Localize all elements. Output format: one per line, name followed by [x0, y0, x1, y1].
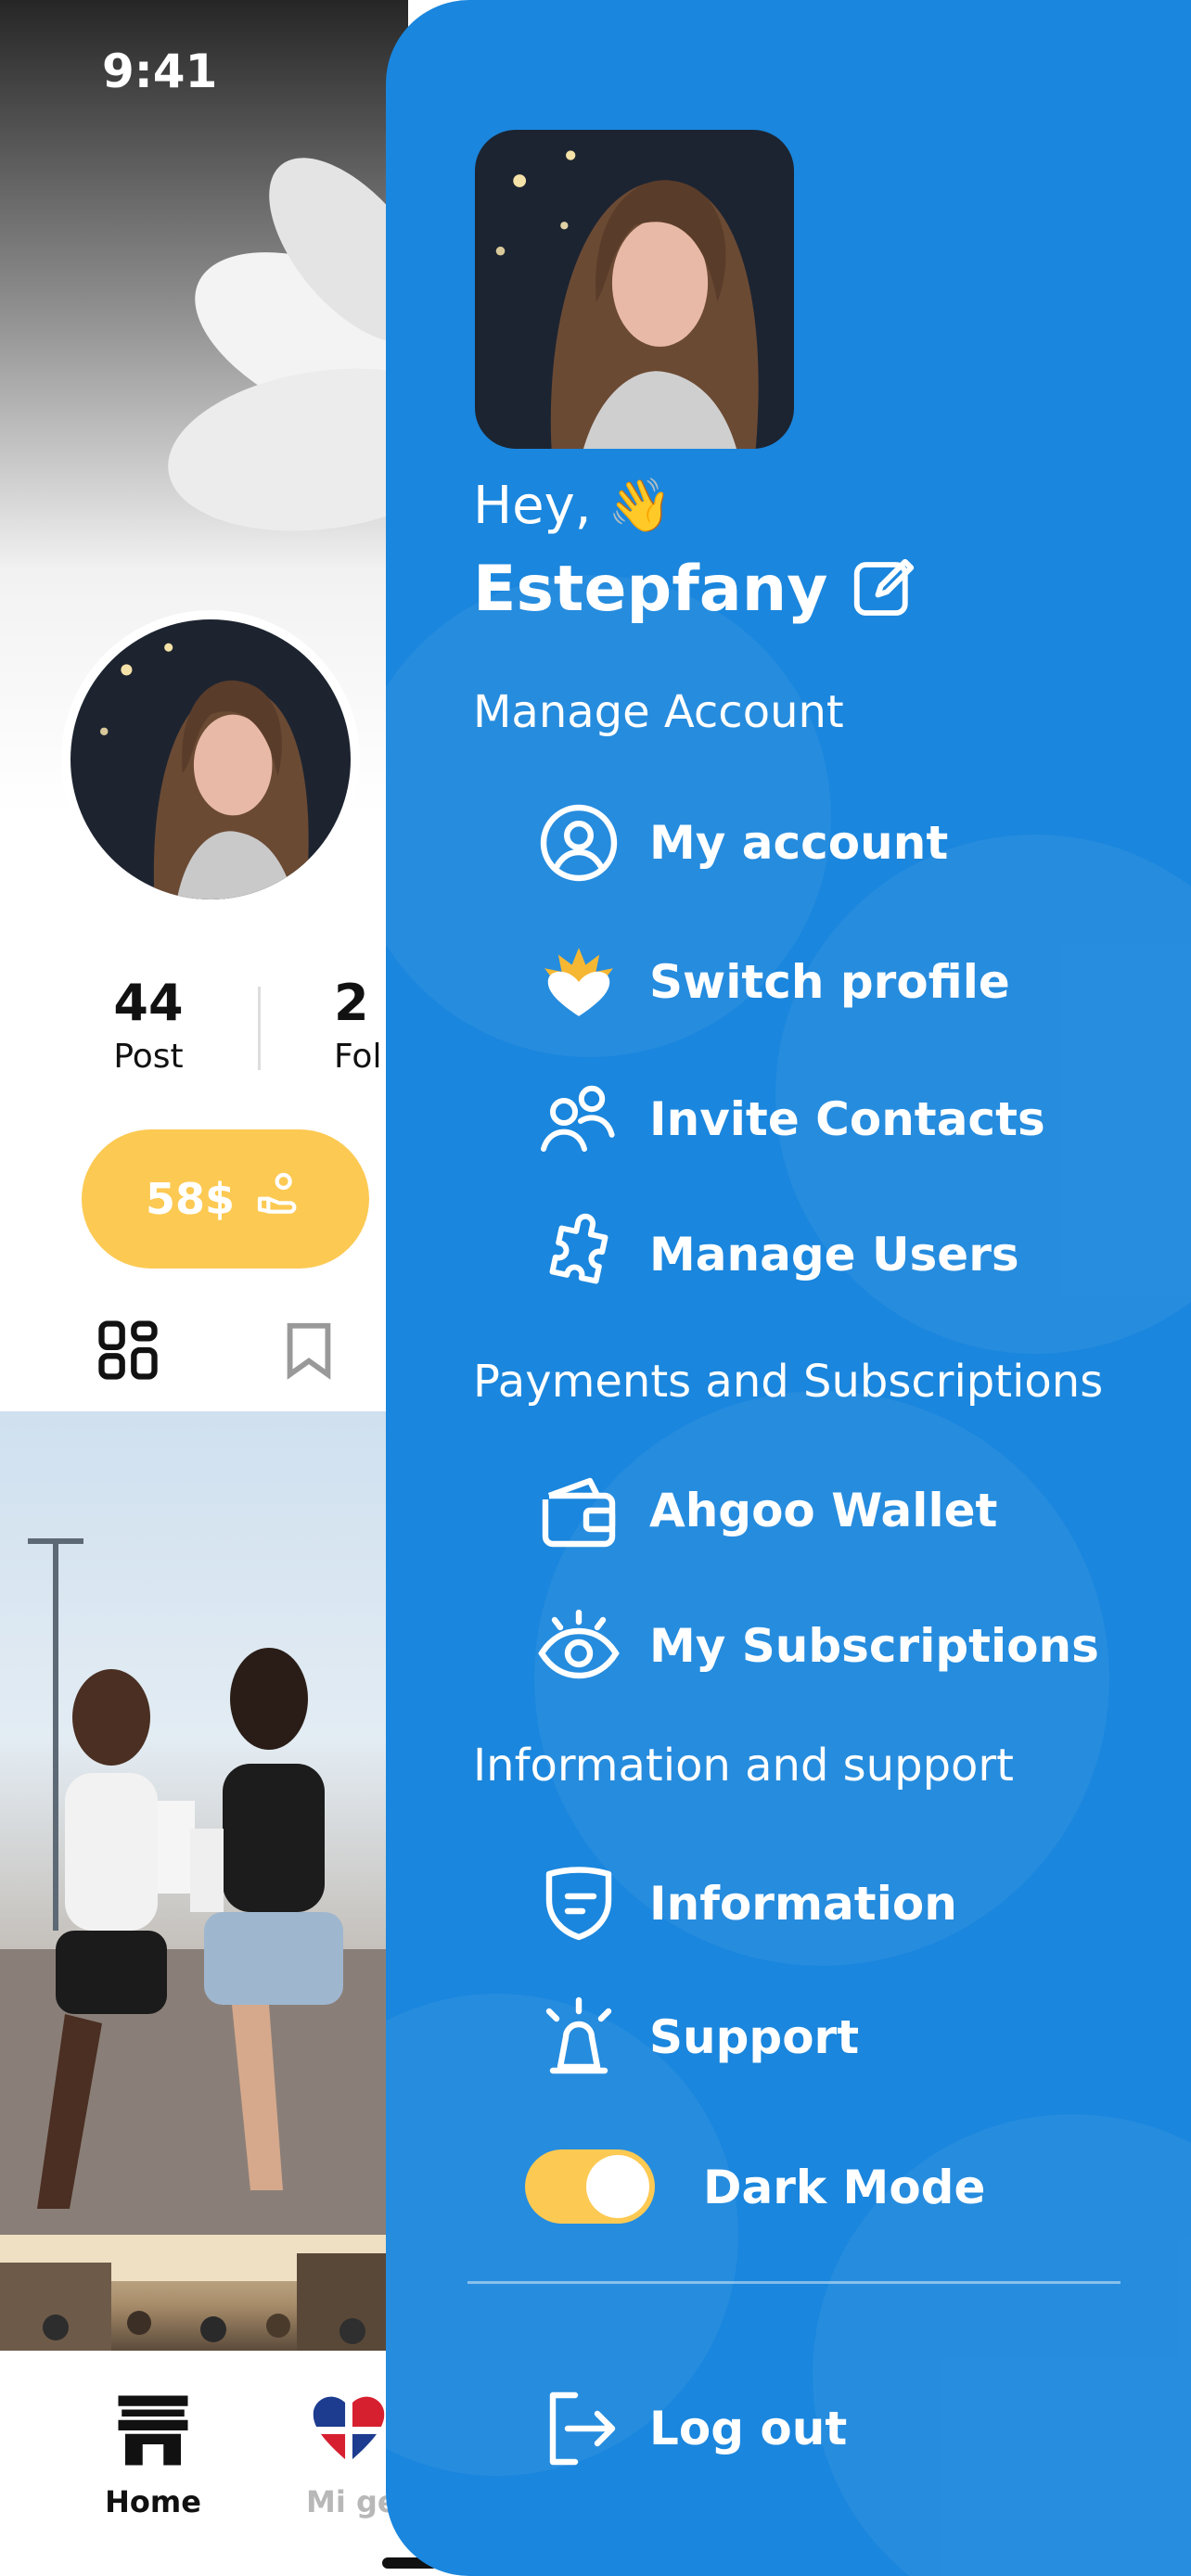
divider [467, 2281, 1121, 2284]
greeting-text: Hey, 👋 [473, 476, 673, 536]
siren-icon [534, 1993, 623, 2082]
post-photo[interactable] [0, 1411, 408, 2235]
home-icon [111, 2395, 195, 2477]
grid-tab-icon[interactable] [93, 1315, 163, 1389]
menu-item-invite-contacts[interactable]: Invite Contacts [534, 1068, 1165, 1170]
eye-icon [534, 1601, 623, 1690]
user-name: Estepfany [473, 553, 828, 626]
stat-posts[interactable]: 44 Post [93, 974, 204, 1076]
menu-item-manage-users[interactable]: Manage Users [534, 1204, 1165, 1306]
menu-item-label: Support [649, 2010, 860, 2064]
stat-divider [258, 987, 261, 1070]
logout-button[interactable]: Log out [534, 2378, 1165, 2480]
profile-avatar[interactable] [61, 610, 360, 909]
edit-profile-icon[interactable] [848, 553, 920, 625]
menu-item-label: Ahgoo Wallet [649, 1484, 998, 1537]
status-time: 9:41 [102, 45, 218, 98]
user-circle-icon [534, 798, 623, 887]
menu-item-label: Information [649, 1877, 957, 1931]
nav-home-label: Home [105, 2484, 201, 2519]
toggle-knob [586, 2155, 649, 2218]
earnings-amount: 58$ [145, 1174, 236, 1224]
menu-item-label: My Subscriptions [649, 1619, 1099, 1673]
section-title-info-support: Information and support [473, 1740, 1014, 1792]
menu-item-my-subscriptions[interactable]: My Subscriptions [534, 1595, 1165, 1697]
menu-item-support[interactable]: Support [534, 1986, 1165, 2088]
earnings-button[interactable]: 58$ [82, 1129, 369, 1269]
bottom-nav: Home Mi ge [0, 2351, 408, 2576]
post-photo[interactable] [0, 2235, 408, 2351]
menu-item-information[interactable]: Information [534, 1853, 1165, 1955]
side-drawer: Hey, 👋 Estepfany Manage Account My accou… [386, 0, 1191, 2576]
heart-flag-icon [306, 2396, 391, 2477]
menu-item-my-account[interactable]: My account [534, 792, 1165, 894]
shield-info-icon [534, 1859, 623, 1948]
stat-posts-value: 44 [113, 974, 184, 1032]
dark-mode-toggle[interactable] [525, 2149, 655, 2224]
menu-item-label: Switch profile [649, 955, 1010, 1009]
section-title-manage-account: Manage Account [473, 686, 844, 738]
nav-item-home[interactable]: Home [102, 2388, 204, 2519]
stat-posts-label: Post [113, 1038, 184, 1076]
dark-mode-label: Dark Mode [703, 2161, 986, 2214]
bookmark-tab-icon[interactable] [276, 1315, 341, 1389]
menu-item-switch-profile[interactable]: Switch profile [534, 931, 1165, 1033]
drawer-avatar[interactable] [475, 130, 794, 449]
section-title-payments: Payments and Subscriptions [473, 1356, 1104, 1408]
hand-coin-icon [253, 1168, 305, 1231]
switch-profile-heart-icon [534, 937, 623, 1027]
wallet-icon [534, 1466, 623, 1555]
logout-label: Log out [649, 2402, 848, 2455]
menu-item-label: Invite Contacts [649, 1092, 1045, 1146]
menu-item-ahgoo-wallet[interactable]: Ahgoo Wallet [534, 1460, 1165, 1562]
puzzle-icon [534, 1210, 623, 1299]
menu-item-label: Manage Users [649, 1228, 1019, 1282]
users-icon [534, 1075, 623, 1164]
logout-icon [534, 2384, 623, 2473]
menu-item-label: My account [649, 816, 949, 870]
